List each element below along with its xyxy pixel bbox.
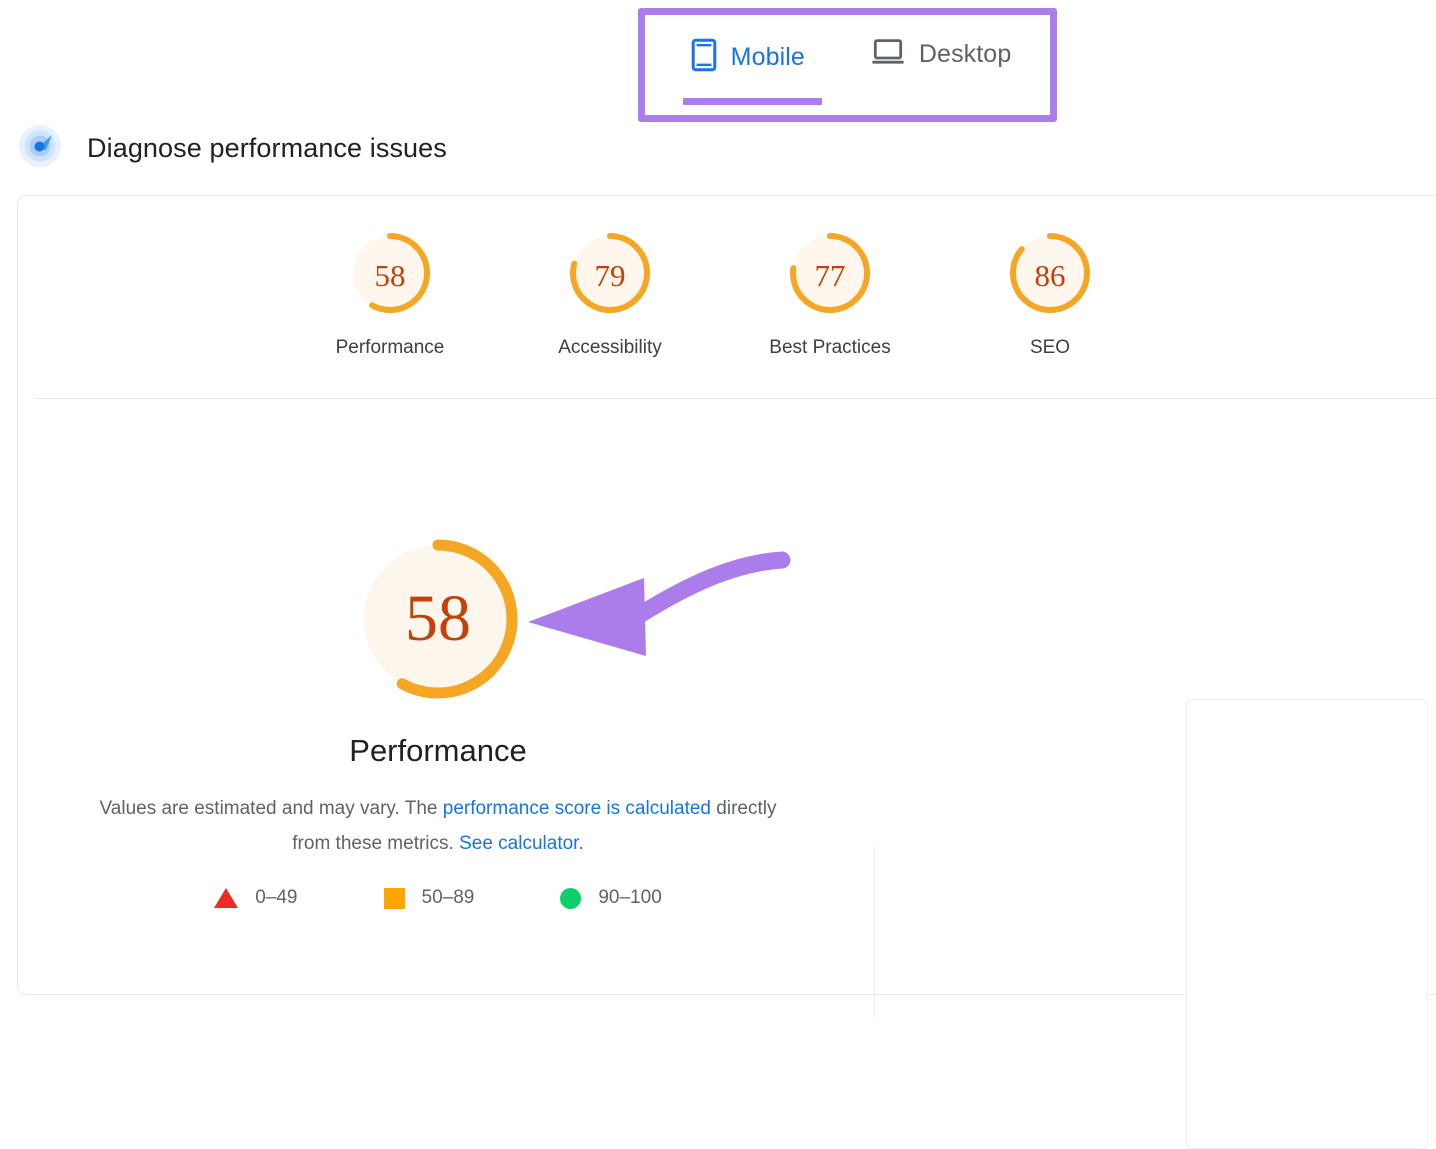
legend-label-medium: 50–89: [421, 887, 475, 908]
score-tile-seo[interactable]: 86 SEO: [987, 230, 1113, 359]
score-value-accessibility: 79: [594, 257, 626, 293]
diagnostics-target-icon: [18, 124, 62, 173]
tab-mobile[interactable]: Mobile: [687, 20, 809, 77]
score-range-legend: 0–49 50–89 90–100: [214, 887, 662, 909]
legend-label-high: 90–100: [598, 887, 662, 908]
score-value-performance: 58: [374, 257, 406, 293]
page-screenshot-placeholder: [1186, 699, 1428, 1149]
score-tile-best-practices[interactable]: 77 Best Practices: [767, 230, 893, 359]
tab-desktop-label: Desktop: [918, 40, 1012, 68]
performance-detail-title: Performance: [349, 733, 527, 768]
score-gauge-seo: 86: [1007, 230, 1093, 321]
score-value-seo: 86: [1034, 257, 1066, 293]
score-label-accessibility: Accessibility: [558, 337, 662, 358]
circle-icon: [560, 887, 582, 909]
note-text-3: .: [578, 833, 584, 854]
performance-gauge-large: 58: [353, 534, 523, 704]
tab-mobile-label: Mobile: [730, 43, 805, 71]
score-gauge-best-practices: 77: [787, 230, 873, 321]
score-label-seo: SEO: [1029, 337, 1071, 358]
legend-item-low: 0–49: [214, 887, 298, 909]
score-gauge-accessibility: 79: [567, 230, 653, 321]
legend-item-high: 90–100: [560, 887, 662, 909]
score-gauge-performance: 58: [347, 230, 433, 321]
page-title-row: Diagnose performance issues: [18, 124, 447, 173]
performance-detail-panel: 58 Performance Values are estimated and …: [18, 399, 858, 995]
lighthouse-report-card: 58 Performance 79 Accessibility 77 Best …: [17, 195, 1436, 1149]
performance-score-note: Values are estimated and may vary. The p…: [88, 791, 788, 861]
tab-desktop[interactable]: Desktop: [867, 20, 1015, 71]
score-summary-row: 58 Performance 79 Accessibility 77 Best …: [18, 196, 1422, 398]
laptop-icon: [871, 38, 905, 71]
legend-label-low: 0–49: [255, 887, 298, 908]
performance-score-value: 58: [405, 582, 471, 655]
device-toggle-tabs: Mobile Desktop: [649, 20, 1053, 112]
score-label-best-practices: Best Practices: [769, 337, 891, 358]
square-icon: [383, 887, 405, 909]
mobile-phone-icon: [691, 38, 717, 77]
legend-item-medium: 50–89: [383, 887, 475, 909]
score-tile-accessibility[interactable]: 79 Accessibility: [547, 230, 673, 359]
performance-score-calculated-link[interactable]: performance score is calculated: [443, 798, 711, 819]
see-calculator-link[interactable]: See calculator: [459, 833, 578, 854]
score-label-performance: Performance: [335, 337, 445, 358]
score-tile-performance[interactable]: 58 Performance: [327, 230, 453, 359]
note-text-1: Values are estimated and may vary. The: [99, 798, 443, 819]
triangle-icon: [214, 888, 239, 908]
panel-vertical-divider: [874, 846, 875, 1018]
score-value-best-practices: 77: [814, 257, 846, 293]
page-title: Diagnose performance issues: [87, 133, 447, 163]
